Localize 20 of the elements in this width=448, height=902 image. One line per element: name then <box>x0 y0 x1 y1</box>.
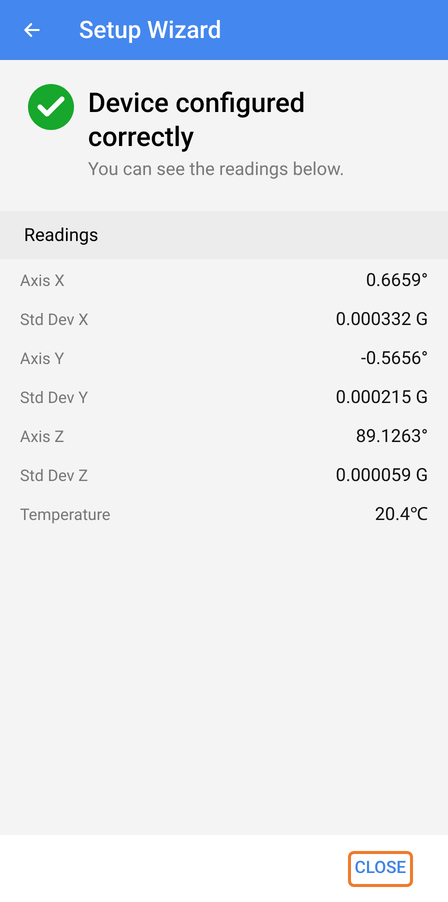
reading-value: 0.000215 G <box>336 386 428 410</box>
reading-value: 89.1263° <box>356 425 428 449</box>
status-subtitle: You can see the readings below. <box>88 158 346 182</box>
reading-label: Axis Y <box>20 348 64 370</box>
check-circle-icon <box>28 84 74 130</box>
reading-label: Std Dev Y <box>20 386 88 408</box>
reading-label: Temperature <box>20 504 110 526</box>
reading-value: 0.6659° <box>366 269 428 293</box>
reading-label: Std Dev Z <box>20 464 88 486</box>
window-title: Setup Wizard <box>79 15 222 46</box>
reading-label: Axis Z <box>20 426 64 448</box>
reading-label: Std Dev X <box>20 308 88 330</box>
reading-value: 0.000059 G <box>336 464 428 488</box>
reading-value: 20.4℃ <box>374 503 428 527</box>
section-header: Readings <box>0 211 448 259</box>
reading-value: -0.5656° <box>360 347 428 371</box>
status-title: Device configured correctly <box>88 86 306 154</box>
reading-value: 0.000332 G <box>336 308 428 332</box>
close-button[interactable]: CLOSE <box>348 850 413 886</box>
reading-label: Axis X <box>20 270 65 292</box>
